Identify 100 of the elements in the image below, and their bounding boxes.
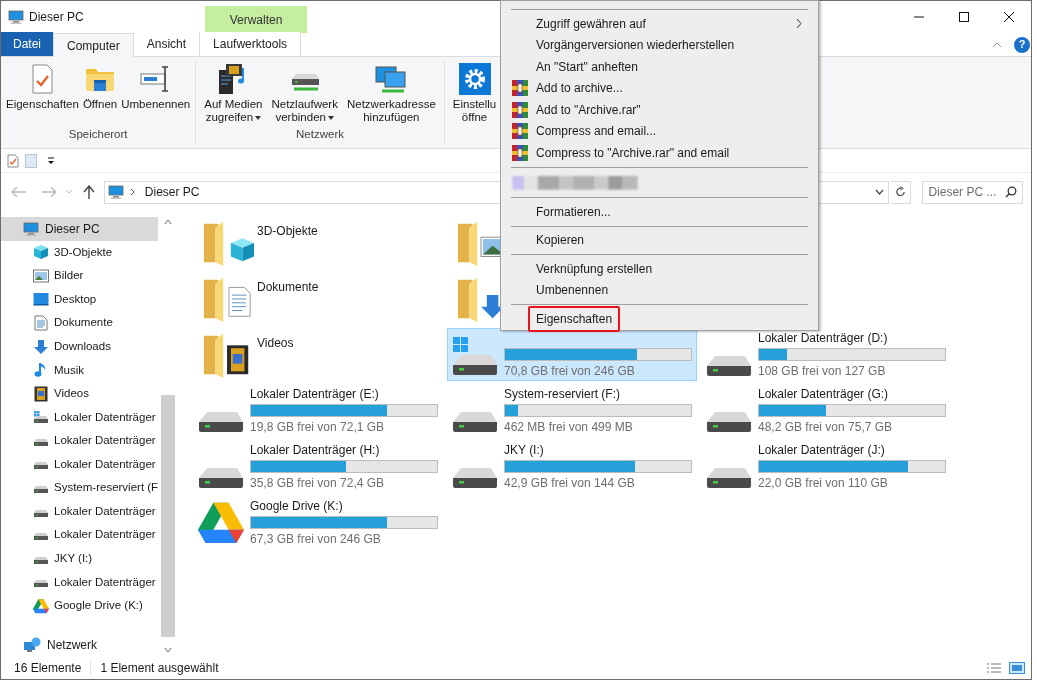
nav-item[interactable]: Desktop — [1, 287, 161, 312]
picture-icon — [33, 268, 49, 283]
nav-item[interactable]: Lokaler Datenträger — [1, 452, 161, 477]
menu-item[interactable]: Umbenennen — [503, 279, 816, 302]
nav-item[interactable]: System-reserviert (F — [1, 476, 161, 500]
drive-tile[interactable]: JKY (I:) 42,9 GB frei von 144 GB — [447, 440, 697, 493]
nav-item[interactable]: Dokumente — [1, 311, 161, 335]
address-dropdown-icon[interactable] — [875, 189, 885, 195]
music-note-icon — [34, 362, 48, 379]
nav-item[interactable]: Lokaler Datenträger — [1, 405, 161, 430]
settings-icon — [458, 63, 491, 95]
new-folder-icon[interactable] — [25, 153, 37, 168]
menu-item[interactable]: Eigenschaften — [503, 308, 816, 330]
drive-tile[interactable]: Lokaler Datenträger (J:) 22,0 GB frei von 110 GB — [701, 440, 951, 493]
menu-item[interactable]: An "Start" anheften — [503, 56, 816, 78]
up-arrow-icon[interactable] — [82, 185, 95, 199]
drive-tile[interactable]: Lokaler Datenträger (G:) 48,2 GB frei von 75,7 GB — [701, 384, 951, 437]
item-count: 16 Elemente — [14, 660, 82, 677]
ribbon-button[interactable]: Eigenschaften — [4, 60, 81, 126]
tiles-view-icon[interactable] — [1009, 662, 1025, 674]
scroll-up-icon[interactable] — [164, 219, 172, 225]
drive-tile[interactable]: Lokaler Datenträger (H:) 35,8 GB frei von 72,4 GB — [193, 440, 443, 493]
dropdown-caret-icon — [255, 115, 262, 120]
download-arrow-icon — [33, 338, 49, 355]
system-drive-icon — [33, 410, 49, 425]
scroll-down-icon[interactable] — [164, 647, 172, 653]
back-arrow-icon[interactable] — [11, 186, 27, 198]
nav-item[interactable]: Lokaler Datenträger — [1, 499, 161, 524]
cube-icon — [33, 244, 49, 261]
ribbon-tab[interactable]: Laufwerktools — [199, 32, 302, 56]
drive-tile[interactable]: Lokaler Datenträger (E:) 19,8 GB frei von 72,1 GB — [193, 384, 443, 437]
recent-locations-icon[interactable] — [64, 189, 73, 195]
ribbon-button[interactable]: Netzlaufwerk verbinden — [268, 60, 341, 126]
nav-item[interactable]: Netzwerk — [1, 633, 158, 658]
archive-books-icon — [511, 80, 528, 97]
folder-tile[interactable]: 3D-Objekte — [198, 216, 448, 268]
folder-tile[interactable]: Dokumente — [198, 272, 448, 324]
nav-item[interactable]: Musik — [1, 358, 161, 382]
refresh-button[interactable] — [891, 180, 912, 204]
nav-item[interactable]: Bilder — [1, 264, 161, 288]
refresh-icon — [895, 186, 907, 198]
ribbon-button[interactable]: Umbenennen — [119, 60, 193, 126]
drive-icon — [33, 509, 49, 518]
menu-item[interactable]: Compress to "Archive.rar" and email — [503, 142, 816, 164]
film-icon — [34, 385, 48, 402]
drive-tile[interactable]: Lokaler Datenträger (D:) 108 GB frei von 127 GB — [701, 328, 951, 381]
computer-icon — [8, 9, 24, 25]
cloud-drive-icon — [33, 597, 49, 614]
ribbon-button[interactable]: Öffnen — [80, 60, 120, 126]
drive-icon — [33, 556, 49, 565]
drive-tile[interactable]: Google Drive (K:) 67,3 GB frei von 246 GB — [193, 496, 443, 549]
ribbon-button[interactable]: Einstellu öffne — [449, 60, 500, 145]
menu-item[interactable]: Add to archive... — [503, 77, 816, 100]
drive-icon — [33, 533, 49, 542]
contextual-tab-header: Verwalten — [205, 6, 307, 33]
nav-item[interactable]: JKY (I:) — [1, 546, 161, 571]
forward-arrow-icon[interactable] — [40, 186, 57, 198]
drive-tile[interactable]: 70,8 GB frei von 246 GB — [447, 328, 697, 381]
nav-item[interactable]: Google Drive (K:) — [1, 594, 161, 618]
archive-books-icon — [511, 123, 528, 140]
drive-icon — [197, 411, 245, 433]
ribbon-tab[interactable]: Computer — [53, 33, 134, 57]
customize-toolbar-icon[interactable] — [47, 156, 55, 165]
search-input[interactable]: Dieser PC ... — [928, 183, 1001, 201]
nav-item[interactable]: 3D-Objekte — [1, 240, 161, 265]
nav-item[interactable]: Lokaler Datenträger — [1, 570, 161, 594]
nav-item[interactable]: Lokaler Datenträger — [1, 523, 161, 547]
help-button[interactable]: ? — [1014, 36, 1030, 53]
window-title: Dieser PC — [29, 9, 84, 26]
ribbon-button[interactable]: Auf Medien zugreifen — [201, 60, 266, 126]
collapse-ribbon-icon[interactable] — [992, 41, 1002, 48]
submenu-chevron-icon — [796, 18, 802, 30]
nav-item[interactable]: Videos — [1, 381, 161, 406]
properties-icon[interactable] — [7, 153, 19, 168]
menu-item[interactable]: Add to "Archive.rar" — [503, 99, 816, 121]
drive-icon — [705, 355, 753, 377]
details-view-icon[interactable] — [986, 662, 1002, 674]
breadcrumb-chevron-icon — [129, 188, 135, 196]
drive-icon — [451, 411, 499, 433]
ribbon-tab[interactable]: Ansicht — [133, 32, 200, 56]
menu-item[interactable]: Formatieren... — [503, 201, 816, 223]
selection-status: 1 Element ausgewählt — [100, 660, 219, 677]
drive-tile[interactable]: System-reserviert (F:) 462 MB frei von 499 MB — [447, 384, 697, 437]
menu-item[interactable]: Zugriff gewähren auf — [503, 12, 816, 35]
drive-icon — [197, 467, 245, 489]
menu-item[interactable]: Kopieren — [503, 229, 816, 252]
dropdown-caret-icon — [327, 115, 334, 120]
ribbon-tab[interactable]: Datei — [1, 32, 53, 56]
menu-item[interactable]: Compress and email... — [503, 120, 816, 143]
folder-tile[interactable]: Videos — [198, 328, 448, 380]
ribbon-group-label: Netzwerk — [295, 126, 345, 142]
nav-item[interactable]: Lokaler Datenträger — [1, 429, 161, 453]
drive-icon — [33, 438, 49, 447]
drive-icon — [705, 411, 753, 433]
ribbon-button[interactable]: Netzwerkadresse hinzufügen — [343, 60, 439, 126]
menu-item[interactable]: Vorgängerversionen wiederherstellen — [503, 34, 816, 56]
menu-item[interactable]: Verknüpfung erstellen — [503, 258, 816, 280]
search-field[interactable]: Dieser PC ... — [922, 180, 1023, 204]
nav-item[interactable]: Downloads — [1, 334, 161, 359]
nav-item[interactable]: Dieser PC — [1, 217, 158, 241]
